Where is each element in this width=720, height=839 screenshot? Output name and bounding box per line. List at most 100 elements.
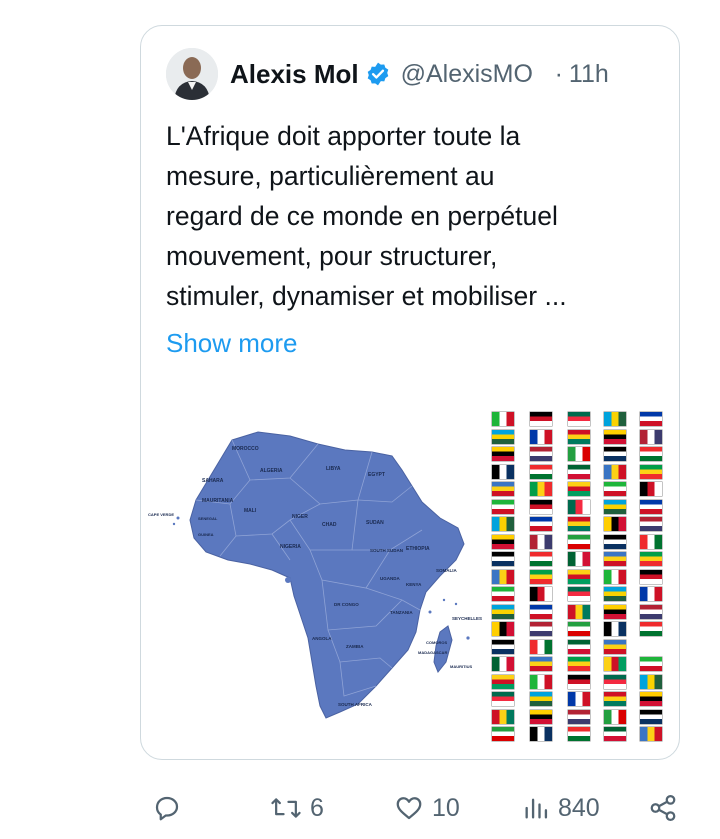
flag-icon: [604, 587, 626, 601]
flag-icon: [568, 674, 590, 689]
flag-icon: [640, 482, 662, 496]
flag-icon: [568, 622, 590, 636]
flag-icon: [640, 587, 662, 601]
map-label-zambia: ZAMBIA: [346, 644, 364, 649]
map-label-kenya: KENYA: [406, 582, 422, 587]
flag-icon: [604, 692, 626, 706]
flag-icon: [568, 447, 590, 461]
map-label-seychelles: SEYCHELLES: [452, 616, 482, 621]
flag-icon: [640, 709, 662, 724]
views-button[interactable]: 840: [522, 793, 600, 823]
flag-icon: [492, 569, 514, 584]
flag-icon: [640, 692, 662, 706]
flag-icon: [530, 429, 552, 444]
flag-icon: [640, 552, 662, 566]
flag-icon: [530, 499, 552, 514]
flag-icon: [604, 464, 626, 479]
flag-icon: [568, 657, 590, 671]
flag-icon: [604, 674, 626, 689]
avatar[interactable]: [166, 48, 218, 100]
flag-icon: [492, 692, 514, 706]
flag-icon: [568, 499, 590, 514]
flag-icon: [604, 447, 626, 461]
show-more-link[interactable]: Show more: [166, 328, 298, 359]
flag-icon: [530, 692, 552, 706]
flag-icon: [492, 552, 514, 566]
flag-icon: [604, 657, 626, 671]
map-label-cape-verde: CAPE VERDE: [148, 512, 174, 517]
flag-icon: [640, 517, 662, 531]
flag-icon: [530, 639, 552, 654]
map-label-tanzania: TANZANIA: [390, 610, 413, 615]
flag-icon: [530, 622, 552, 636]
flag-icon: [530, 552, 552, 566]
views-count: 840: [558, 793, 600, 822]
map-label-sahara: SAHARA: [202, 478, 224, 484]
africa-continent-shape: [189, 431, 465, 719]
flag-icon: [604, 727, 626, 741]
reply-button[interactable]: [152, 793, 190, 823]
share-button[interactable]: [648, 793, 678, 823]
author-handle[interactable]: @AlexisMO: [401, 60, 561, 89]
africa-map: MOROCCO ALGERIA LIBYA EGYPT SAHARA MAURI…: [148, 431, 482, 719]
flag-icon: [640, 657, 662, 671]
flag-icon: [604, 604, 626, 619]
flag-icon: [604, 569, 626, 584]
flag-icon: [492, 657, 514, 671]
flag-icon: [568, 639, 590, 654]
flag-icon: [492, 727, 514, 741]
author-name[interactable]: Alexis Mol: [230, 59, 359, 90]
map-label-comoros: COMOROS: [426, 640, 447, 645]
flag-icon: [568, 692, 590, 706]
heart-icon: [396, 797, 422, 820]
retweet-count: 6: [310, 793, 324, 822]
map-label-chad: CHAD: [322, 522, 337, 528]
timestamp[interactable]: 11h: [569, 60, 609, 89]
tweet-text: L'Afrique doit apporter toute la mesure,…: [166, 121, 567, 311]
map-label-somalia: SOMALIA: [436, 568, 457, 573]
map-label-senegal: SENEGAL: [198, 516, 218, 521]
map-label-mauritania: MAURITANIA: [202, 498, 234, 504]
retweet-button[interactable]: 6: [270, 793, 324, 823]
flag-icon: [640, 499, 662, 514]
like-button[interactable]: 10: [394, 793, 460, 823]
tweet-media[interactable]: MOROCCO ALGERIA LIBYA EGYPT SAHARA MAURI…: [140, 400, 680, 741]
flag-icon: [492, 709, 514, 724]
flag-icon: [492, 499, 514, 514]
flag-icon: [492, 482, 514, 496]
flag-icon: [568, 464, 590, 479]
map-label-ethiopia: ETHIOPIA: [406, 546, 430, 552]
flag-icon: [604, 482, 626, 496]
reply-icon: [155, 796, 179, 821]
map-label-libya: LIBYA: [326, 466, 341, 472]
flag-icon: [640, 727, 662, 741]
flag-icon: [530, 447, 552, 461]
flag-icon: [530, 464, 552, 479]
retweet-icon: [271, 798, 301, 818]
flag-icon: [640, 534, 662, 549]
flag-icon: [568, 727, 590, 741]
flag-icon: [568, 429, 590, 444]
flag-icon: [530, 674, 552, 689]
flag-icon: [604, 552, 626, 566]
flag-icon: [604, 517, 626, 531]
flag-icon: [492, 639, 514, 654]
like-count: 10: [432, 793, 460, 822]
flag-icon: [640, 604, 662, 619]
flag-icon: [604, 709, 626, 724]
flag-icon: [604, 622, 626, 636]
flag-icon: [568, 587, 590, 601]
tweet-actions-bar: 6 10 840: [140, 788, 690, 828]
map-label-south-africa: SOUTH AFRICA: [338, 702, 373, 707]
map-label-madagascar: MADAGASCAR: [418, 650, 447, 655]
flag-icon: [568, 552, 590, 566]
map-label-guinea: GUINEA: [198, 532, 214, 537]
map-label-south-sudan: SOUTH SUDAN: [370, 548, 403, 553]
flag-icon: [640, 447, 662, 461]
flag-icon: [604, 429, 626, 444]
flag-icon: [492, 674, 514, 689]
map-label-dr-congo: DR CONGO: [334, 602, 359, 607]
map-label-morocco: MOROCCO: [232, 446, 259, 452]
flag-icon: [568, 534, 590, 549]
flag-icon: [530, 534, 552, 549]
